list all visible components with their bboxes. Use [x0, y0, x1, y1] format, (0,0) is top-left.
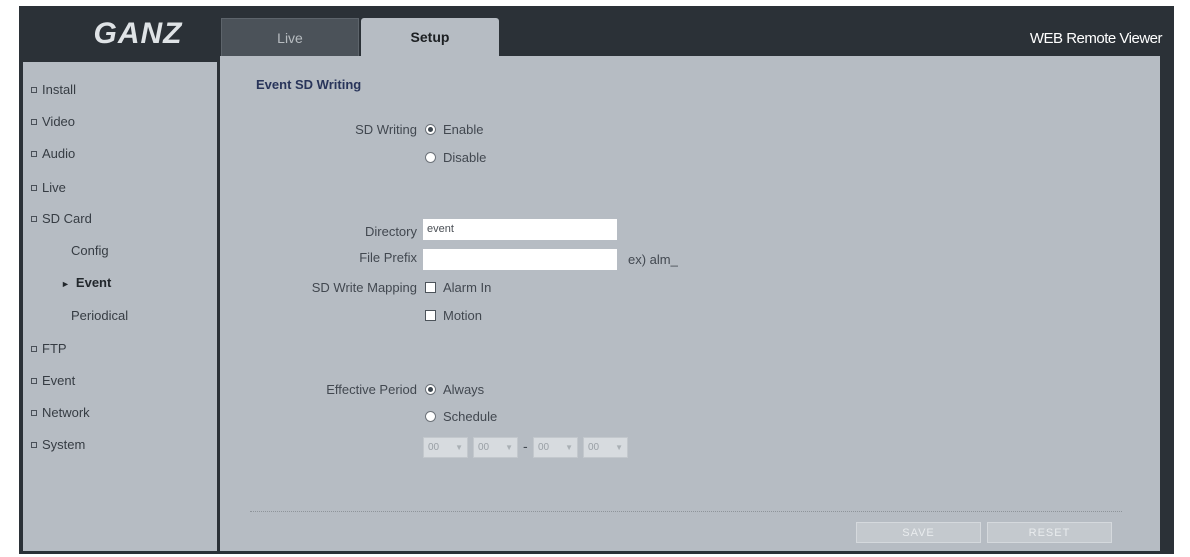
end-minute-select[interactable]: 00 ▼: [583, 437, 628, 458]
sidebar-item-network[interactable]: Network: [31, 405, 90, 420]
ganz-logo: GANZ: [93, 17, 183, 50]
square-bullet-icon: [31, 86, 37, 93]
sd-write-mapping-label: SD Write Mapping: [311, 280, 417, 295]
sidebar-item-event[interactable]: Event: [31, 373, 75, 388]
sidebar-item-sd-card[interactable]: SD Card: [31, 211, 92, 226]
tab-setup[interactable]: Setup: [361, 18, 499, 56]
app-window: GANZ Live Setup WEB Remote Viewer Instal…: [19, 6, 1174, 554]
start-hour-select[interactable]: 00 ▼: [423, 437, 468, 458]
file-prefix-label: File Prefix: [359, 250, 417, 265]
end-hour-select[interactable]: 00 ▼: [533, 437, 578, 458]
chevron-down-icon: ▼: [505, 443, 513, 452]
radio-checked-icon: [425, 124, 436, 135]
file-prefix-input[interactable]: [423, 249, 617, 270]
alarm-in-checkbox[interactable]: Alarm In: [425, 280, 491, 295]
checkbox-icon: [425, 310, 436, 321]
square-bullet-icon: [31, 150, 37, 157]
sidebar-subitem-config[interactable]: Config: [71, 243, 109, 258]
square-bullet-icon: [31, 345, 37, 352]
square-bullet-icon: [31, 184, 37, 191]
page-title: Event SD Writing: [256, 77, 362, 92]
effective-period-label: Effective Period: [326, 382, 417, 397]
sidebar: Install Video Audio Live SD Card Config …: [23, 62, 217, 551]
square-bullet-icon: [31, 441, 37, 448]
start-minute-select[interactable]: 00 ▼: [473, 437, 518, 458]
radio-unchecked-icon: [425, 152, 436, 163]
chevron-down-icon: ▼: [615, 443, 623, 452]
sidebar-item-audio[interactable]: Audio: [31, 146, 75, 161]
arrow-right-icon: ►: [61, 279, 70, 289]
radio-checked-icon: [425, 384, 436, 395]
directory-input[interactable]: event: [423, 219, 617, 240]
period-always-radio[interactable]: Always: [425, 382, 484, 397]
divider: [250, 511, 1122, 512]
directory-label: Directory: [364, 224, 417, 239]
sd-writing-label: SD Writing: [355, 122, 417, 137]
radio-unchecked-icon: [425, 411, 436, 422]
sidebar-subitem-periodical[interactable]: Periodical: [71, 308, 128, 323]
sidebar-item-video[interactable]: Video: [31, 114, 75, 129]
file-prefix-hint: ex) alm_: [628, 252, 678, 267]
sidebar-item-live[interactable]: Live: [31, 180, 66, 195]
chevron-down-icon: ▼: [455, 443, 463, 452]
checkbox-icon: [425, 282, 436, 293]
sidebar-item-system[interactable]: System: [31, 437, 85, 452]
sd-writing-disable-radio[interactable]: Disable: [425, 150, 486, 165]
sidebar-item-ftp[interactable]: FTP: [31, 341, 67, 356]
app-brand-title: WEB Remote Viewer: [1029, 30, 1163, 47]
square-bullet-icon: [31, 118, 37, 125]
square-bullet-icon: [31, 215, 37, 222]
tab-live[interactable]: Live: [221, 18, 359, 56]
time-range-separator: -: [523, 438, 528, 454]
chevron-down-icon: ▼: [565, 443, 573, 452]
square-bullet-icon: [31, 377, 37, 384]
sidebar-item-install[interactable]: Install: [31, 82, 76, 97]
square-bullet-icon: [31, 409, 37, 416]
sidebar-subitem-event[interactable]: ► Event: [61, 275, 111, 290]
reset-button[interactable]: RESET: [987, 522, 1112, 543]
save-button[interactable]: SAVE: [856, 522, 981, 543]
settings-panel: Event SD Writing SD Writing Enable Disab…: [220, 56, 1160, 551]
sd-writing-enable-radio[interactable]: Enable: [425, 122, 483, 137]
period-schedule-radio[interactable]: Schedule: [425, 409, 497, 424]
motion-checkbox[interactable]: Motion: [425, 308, 482, 323]
